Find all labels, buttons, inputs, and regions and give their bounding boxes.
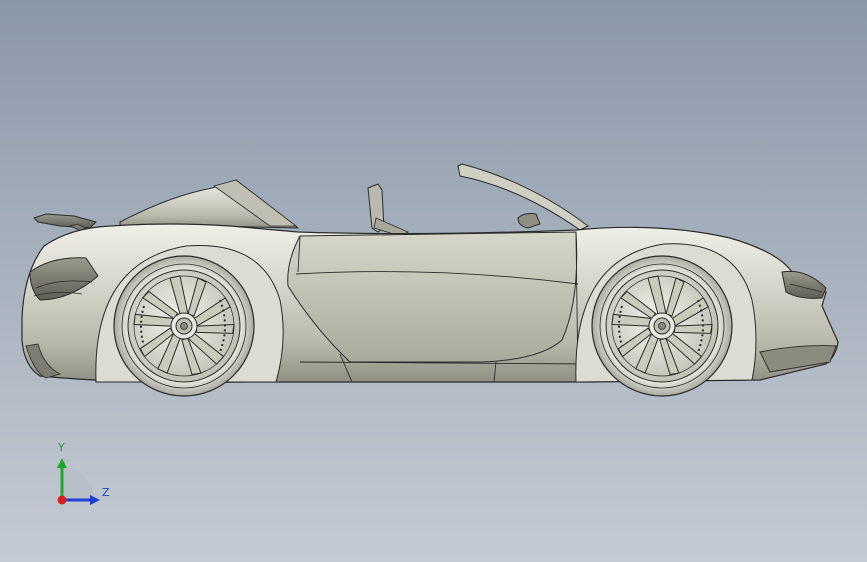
z-axis-label: Z xyxy=(102,486,110,499)
rear-spoiler xyxy=(33,213,97,229)
graphics-viewport[interactable]: Y Z xyxy=(0,0,867,562)
reference-triad: Y Z xyxy=(40,438,130,518)
rear-wheel xyxy=(113,255,255,397)
y-axis-arrow xyxy=(57,458,67,468)
z-axis-arrow xyxy=(90,495,100,505)
side-intake xyxy=(287,231,578,363)
y-axis-label: Y xyxy=(58,441,65,454)
car-model[interactable] xyxy=(0,0,867,562)
x-axis-dot xyxy=(57,495,67,505)
triad-graphic xyxy=(57,458,100,505)
front-wheel xyxy=(591,255,733,397)
side-mirror xyxy=(517,213,541,229)
